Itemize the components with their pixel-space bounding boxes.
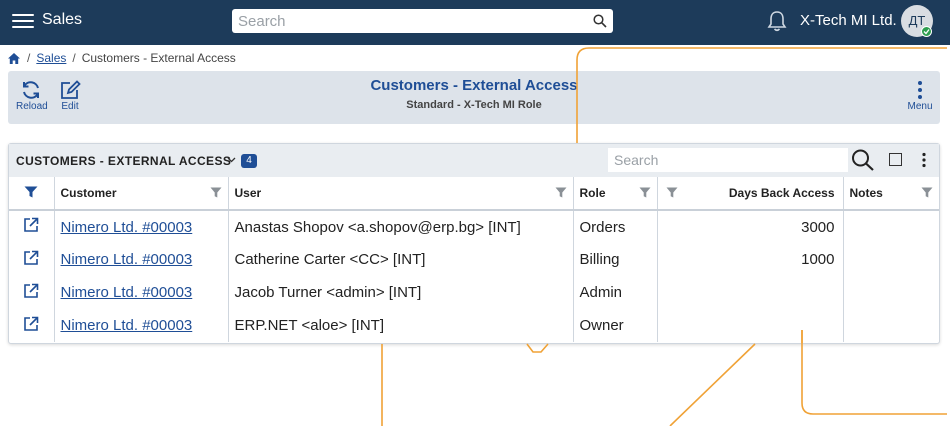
- kebab-icon[interactable]: [921, 152, 927, 168]
- breadcrumb-separator: /: [72, 51, 76, 65]
- filter-column-header[interactable]: [9, 177, 55, 211]
- column-label: Role: [579, 186, 606, 200]
- customer-link[interactable]: Nimero Ltd. #00003: [61, 284, 193, 301]
- menu-label: Menu: [907, 101, 933, 112]
- bell-icon[interactable]: [766, 9, 788, 33]
- column-header-days-back-access[interactable]: Days Back Access: [657, 177, 844, 211]
- user-cell: Jacob Turner <admin> [INT]: [228, 276, 574, 309]
- customer-cell: Nimero Ltd. #00003: [54, 243, 229, 276]
- role-cell: Owner: [573, 309, 658, 342]
- filter-icon[interactable]: [210, 187, 222, 198]
- panel-search-input[interactable]: [608, 148, 848, 172]
- days-back-access-cell: [657, 309, 844, 342]
- open-external-icon[interactable]: [23, 316, 39, 332]
- breadcrumb-current: Customers - External Access: [81, 51, 236, 65]
- table-row[interactable]: Nimero Ltd. #00003 Anastas Shopov <a.sho…: [9, 210, 939, 243]
- user-cell: Catherine Carter <CC> [INT]: [228, 243, 574, 276]
- role-cell: Orders: [573, 210, 658, 243]
- user-cell: ERP.NET <aloe> [INT]: [228, 309, 574, 342]
- global-search-input[interactable]: [232, 9, 613, 33]
- open-record-cell[interactable]: [9, 243, 55, 276]
- customer-cell: Nimero Ltd. #00003: [54, 210, 229, 243]
- page-title: Customers - External Access: [370, 77, 578, 94]
- home-icon[interactable]: [7, 52, 21, 65]
- notes-cell: [843, 309, 939, 342]
- record-count-badge: 4: [241, 154, 257, 168]
- open-external-icon[interactable]: [23, 283, 39, 299]
- column-label: Notes: [849, 186, 883, 200]
- column-label: User: [234, 186, 262, 200]
- notes-cell: [843, 210, 939, 243]
- table-row[interactable]: Nimero Ltd. #00003 ERP.NET <aloe> [INT] …: [9, 309, 939, 342]
- page-subtitle: Standard - X-Tech MI Role: [406, 99, 542, 111]
- notes-cell: [843, 276, 939, 309]
- column-label: Days Back Access: [728, 186, 835, 200]
- filter-icon[interactable]: [921, 187, 933, 198]
- user-cell: Anastas Shopov <a.shopov@erp.bg> [INT]: [228, 210, 574, 243]
- panel-title[interactable]: CUSTOMERS - EXTERNAL ACCESS: [16, 154, 231, 168]
- breadcrumb: / Sales / Customers - External Access: [7, 50, 236, 66]
- customers-table: Customer User Role Days Back Access Note…: [9, 177, 939, 342]
- open-record-cell[interactable]: [9, 210, 55, 243]
- column-header-customer[interactable]: Customer: [54, 177, 229, 211]
- select-all-icon[interactable]: [889, 153, 902, 166]
- online-status-icon: [921, 26, 932, 37]
- customers-panel: CUSTOMERS - EXTERNAL ACCESS 4 Customer U…: [8, 143, 940, 344]
- menu-icon[interactable]: [12, 10, 34, 30]
- command-bar: Reload Edit Customers - External Access …: [8, 71, 940, 124]
- customer-cell: Nimero Ltd. #00003: [54, 276, 229, 309]
- app-title[interactable]: Sales: [42, 11, 82, 29]
- chevron-down-icon[interactable]: [227, 157, 236, 163]
- customer-cell: Nimero Ltd. #00003: [54, 309, 229, 342]
- menu-button[interactable]: Menu: [906, 80, 934, 112]
- search-icon[interactable]: [851, 149, 875, 171]
- customer-link[interactable]: Nimero Ltd. #00003: [61, 251, 193, 268]
- kebab-icon: [918, 81, 922, 99]
- days-back-access-cell: 1000: [657, 243, 844, 276]
- top-bar: Sales X-Tech MI Ltd. ДТ: [0, 0, 950, 45]
- table-row[interactable]: Nimero Ltd. #00003 Jacob Turner <admin> …: [9, 276, 939, 309]
- role-cell: Billing: [573, 243, 658, 276]
- panel-header: CUSTOMERS - EXTERNAL ACCESS 4: [9, 144, 939, 177]
- open-external-icon[interactable]: [23, 217, 39, 233]
- filter-icon[interactable]: [639, 187, 651, 198]
- customer-link[interactable]: Nimero Ltd. #00003: [61, 317, 193, 334]
- column-header-user[interactable]: User: [228, 177, 574, 211]
- breadcrumb-sales-link[interactable]: Sales: [36, 51, 66, 65]
- days-back-access-cell: [657, 276, 844, 309]
- company-name[interactable]: X-Tech MI Ltd.: [800, 12, 897, 29]
- column-header-notes[interactable]: Notes: [843, 177, 939, 211]
- customer-link[interactable]: Nimero Ltd. #00003: [61, 219, 193, 236]
- column-header-role[interactable]: Role: [573, 177, 658, 211]
- notes-cell: [843, 243, 939, 276]
- filter-icon[interactable]: [24, 186, 38, 198]
- open-external-icon[interactable]: [23, 250, 39, 266]
- days-back-access-cell: 3000: [657, 210, 844, 243]
- open-record-cell[interactable]: [9, 276, 55, 309]
- breadcrumb-separator: /: [27, 51, 31, 65]
- table-row[interactable]: Nimero Ltd. #00003 Catherine Carter <CC>…: [9, 243, 939, 276]
- filter-icon[interactable]: [555, 187, 567, 198]
- filter-icon[interactable]: [666, 187, 678, 198]
- table-header-row: Customer User Role Days Back Access Note…: [9, 177, 939, 211]
- search-icon[interactable]: [593, 14, 607, 28]
- open-record-cell[interactable]: [9, 309, 55, 342]
- column-label: Customer: [60, 186, 117, 200]
- role-cell: Admin: [573, 276, 658, 309]
